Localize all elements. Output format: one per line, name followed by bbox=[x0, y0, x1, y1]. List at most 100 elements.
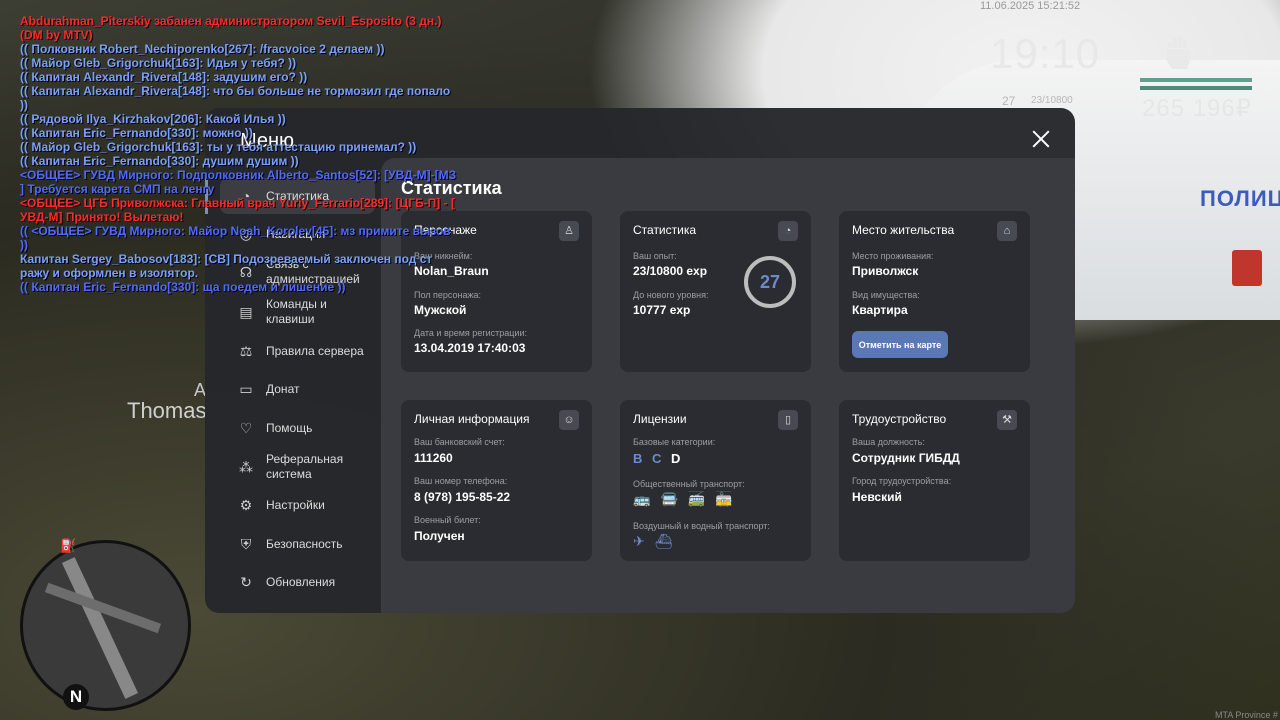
phone-value: 8 (978) 195-85-22 bbox=[414, 490, 511, 504]
sidebar-item-referral[interactable]: ⁂ Реферальная система bbox=[220, 449, 375, 485]
user-icon: ♙ bbox=[559, 221, 579, 241]
home-icon: ⌂ bbox=[997, 221, 1017, 241]
exp-label: Ваш опыт: bbox=[633, 251, 677, 261]
chat-log: Abdurahman_Piterskiy забанен администрат… bbox=[20, 14, 490, 294]
position-label: Ваша должность: bbox=[852, 437, 925, 447]
shield-icon: ⛨ bbox=[240, 536, 252, 552]
residence-value: Приволжск bbox=[852, 264, 919, 278]
category-c: C bbox=[652, 451, 662, 466]
sidebar-item-rules[interactable]: ⚖ Правила сервера bbox=[220, 333, 375, 369]
card-personal-info: Личная информация ☺ Ваш банковский счет:… bbox=[401, 400, 592, 561]
hud-exp: 23/10800 bbox=[1031, 95, 1073, 106]
card-residence: Место жительства ⌂ Место проживания: При… bbox=[839, 211, 1030, 372]
property-label: Вид имущества: bbox=[852, 290, 920, 300]
chat-line: (( <ОБЩЕЕ> ГУВД Мирного: Майор Noah_Koro… bbox=[20, 224, 451, 252]
phone-label: Ваш номер телефона: bbox=[414, 476, 508, 486]
job-city-label: Город трудоустройства: bbox=[852, 476, 952, 486]
hud-money: 265 196₽ bbox=[1142, 95, 1253, 122]
chat-line: <ОБЩЕЕ> ГУВД Мирного: Подполковник Alber… bbox=[20, 168, 457, 196]
military-label: Военный билет: bbox=[414, 515, 481, 525]
public-transport-icons: 🚌 🚍 🚎 🚋 bbox=[633, 491, 733, 508]
sidebar-item-donate[interactable]: ▭ Донат bbox=[220, 371, 375, 407]
chat-line: Капитан Sergey_Babosov[183]: [СВ] Подозр… bbox=[20, 252, 433, 280]
sidebar-item-label: Помощь bbox=[266, 420, 313, 435]
sidebar-item-label: Безопасность bbox=[266, 536, 343, 551]
property-value: Квартира bbox=[852, 303, 908, 317]
pie-chart-icon: ◔ bbox=[778, 221, 798, 241]
registration-value: 13.04.2019 17:40:03 bbox=[414, 341, 526, 355]
document-icon: ▤ bbox=[239, 304, 253, 320]
sidebar-item-label: Правила сервера bbox=[266, 343, 364, 358]
sidebar-item-settings[interactable]: ⚙ Настройки bbox=[220, 487, 375, 523]
scales-icon: ⚖ bbox=[239, 343, 253, 359]
bank-value: 111260 bbox=[414, 451, 453, 465]
fuel-station-icon: ⛽ bbox=[60, 538, 77, 553]
hud-level: 27 bbox=[1002, 94, 1016, 108]
next-level-label: До нового уровня: bbox=[633, 290, 709, 300]
tools-icon: ⚒ bbox=[997, 410, 1017, 430]
referral-icon: ⁂ bbox=[239, 459, 253, 475]
card-title: Личная информация bbox=[414, 412, 530, 426]
sidebar-item-label: Настройки bbox=[266, 497, 325, 512]
sidebar-item-updates[interactable]: ↻ Обновления bbox=[220, 564, 375, 600]
wallet-icon: ▭ bbox=[239, 381, 253, 397]
hud-clock: 19:10 bbox=[990, 30, 1101, 77]
id-card-icon: ▯ bbox=[778, 410, 798, 430]
public-transport-label: Общественный транспорт: bbox=[633, 479, 745, 489]
air-water-transport-icons: ✈ ⛴ bbox=[633, 533, 673, 550]
hud-health-bar bbox=[1140, 78, 1252, 82]
police-car-label: ПОЛИЦ bbox=[1200, 186, 1280, 211]
hud-datetime: 11.06.2025 15:21:52 bbox=[980, 0, 1081, 12]
minimap bbox=[20, 540, 191, 711]
chat-line: (( Капитан Alexandr_Rivera[148]: что бы … bbox=[20, 84, 451, 112]
license-categories: B C D bbox=[633, 451, 686, 466]
sidebar-item-help[interactable]: ♡ Помощь bbox=[220, 410, 375, 446]
card-title: Место жительства bbox=[852, 223, 955, 237]
card-employment: Трудоустройство ⚒ Ваша должность: Сотруд… bbox=[839, 400, 1030, 561]
next-level-value: 10777 exp bbox=[633, 303, 691, 317]
profile-icon: ☺ bbox=[559, 410, 579, 430]
gear-icon: ⚙ bbox=[239, 497, 253, 513]
compass-north: N bbox=[63, 684, 89, 710]
sidebar-item-label: Команды и клавиши bbox=[266, 297, 327, 326]
police-emblem-icon bbox=[1232, 250, 1262, 286]
chat-line: (( Майор Gleb_Grigorchuk[163]: Идья у те… bbox=[20, 56, 297, 70]
card-statistics: Статистика ◔ Ваш опыт: 23/10800 exp До н… bbox=[620, 211, 811, 372]
boat-icon: ⛴ bbox=[654, 533, 673, 549]
chat-line: (( Полковник Robert_Nechiporenko[267]: /… bbox=[20, 42, 385, 56]
sidebar-item-commands[interactable]: ▤ Команды и клавиши bbox=[220, 294, 375, 330]
hud-armor-bar bbox=[1140, 86, 1252, 90]
chat-line: (( Капитан Eric_Fernando[330]: ща поедем… bbox=[20, 280, 346, 294]
bank-label: Ваш банковский счет: bbox=[414, 437, 505, 447]
category-b: B bbox=[633, 451, 643, 466]
military-value: Получен bbox=[414, 529, 465, 543]
bus-icon: 🚎 bbox=[687, 491, 706, 507]
fist-icon bbox=[1167, 36, 1191, 69]
chat-line: (( Рядовой Ilya_Kirzhakov[206]: Какой Ил… bbox=[20, 112, 286, 126]
exp-value: 23/10800 exp bbox=[633, 264, 708, 278]
plane-icon: ✈ bbox=[633, 533, 645, 549]
job-city-value: Невский bbox=[852, 490, 902, 504]
tram-icon: 🚋 bbox=[715, 491, 733, 507]
chat-line: (( Капитан Eric_Fernando[330]: душим душ… bbox=[20, 154, 299, 168]
card-title: Статистика bbox=[633, 223, 697, 237]
close-button[interactable] bbox=[1032, 130, 1050, 148]
player-nametag: Thomas bbox=[127, 398, 207, 423]
sidebar-item-label: Обновления bbox=[266, 574, 336, 589]
mark-on-map-button[interactable]: Отметить на карте bbox=[852, 331, 948, 358]
card-licenses: Лицензии ▯ Базовые категории: B C D Обще… bbox=[620, 400, 811, 561]
bus-icon: 🚍 bbox=[660, 491, 678, 507]
gender-value: Мужской bbox=[414, 303, 467, 317]
air-water-transport-label: Воздушный и водный транспорт: bbox=[633, 521, 770, 531]
position-value: Сотрудник ГИБДД bbox=[852, 451, 960, 465]
card-title: Лицензии bbox=[633, 412, 687, 426]
registration-label: Дата и время регистрации: bbox=[414, 328, 527, 338]
category-d: D bbox=[671, 451, 681, 466]
handshake-icon: ♡ bbox=[239, 420, 253, 436]
sidebar-item-security[interactable]: ⛨ Безопасность bbox=[220, 526, 375, 562]
refresh-icon: ↻ bbox=[240, 574, 252, 590]
bus-icon: 🚌 bbox=[633, 491, 651, 507]
level-ring: 27 bbox=[744, 256, 796, 308]
residence-label: Место проживания: bbox=[852, 251, 934, 261]
chat-line: <ОБЩЕЕ> ЦГБ Приволжска: Главный врач Yur… bbox=[20, 196, 455, 224]
